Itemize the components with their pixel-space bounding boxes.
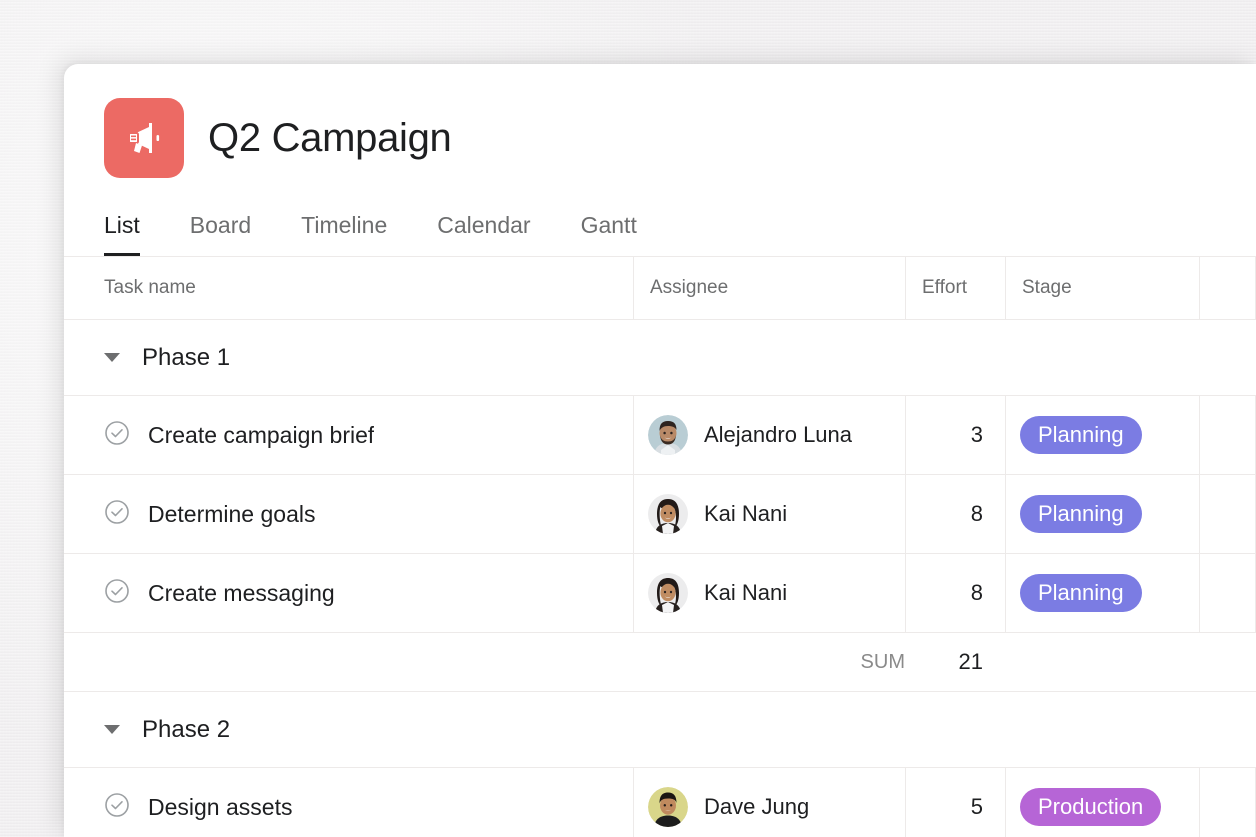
effort-cell[interactable]: 5 <box>906 768 1006 837</box>
effort-cell[interactable]: 3 <box>906 396 1006 474</box>
summary-spacer <box>1200 633 1256 691</box>
group-header-row[interactable]: Phase 2 <box>64 692 1256 768</box>
row-extra-cell[interactable] <box>1200 396 1256 474</box>
task-name-cell[interactable]: Design assets <box>64 768 634 837</box>
stage-cell[interactable]: Production <box>1006 768 1200 837</box>
summary-value: 21 <box>958 649 983 674</box>
table-row[interactable]: Design assets Dave Jung 5 Production <box>64 768 1256 837</box>
column-header-stage[interactable]: Stage <box>1006 257 1200 319</box>
assignee-cell[interactable]: Kai Nani <box>634 554 906 632</box>
check-circle-icon[interactable] <box>104 420 130 451</box>
tab-timeline[interactable]: Timeline <box>301 212 387 256</box>
check-circle-icon[interactable] <box>104 578 130 609</box>
table-row[interactable]: Create campaign brief Alejandro Luna 3 P… <box>64 396 1256 475</box>
column-header-task-name[interactable]: Task name <box>64 257 634 319</box>
megaphone-icon <box>104 98 184 178</box>
summary-spacer <box>1006 633 1200 691</box>
task-name-cell[interactable]: Create campaign brief <box>64 396 634 474</box>
summary-label: SUM <box>860 650 905 673</box>
check-circle-icon[interactable] <box>104 499 130 530</box>
assignee-name: Kai Nani <box>704 580 788 605</box>
assignee-cell[interactable]: Dave Jung <box>634 768 906 837</box>
table-row[interactable]: Create messaging Kai Nani 8 Planning <box>64 554 1256 633</box>
stage-cell[interactable]: Planning <box>1006 396 1200 474</box>
table-row[interactable]: Determine goals Kai Nani 8 Planning <box>64 475 1256 554</box>
task-name: Create campaign brief <box>148 421 375 448</box>
check-circle-icon[interactable] <box>104 792 130 823</box>
assignee-name: Alejandro Luna <box>704 422 853 447</box>
group-summary-row: SUM 21 <box>64 633 1256 692</box>
caret-down-icon[interactable] <box>104 353 120 362</box>
row-extra-cell[interactable] <box>1200 475 1256 553</box>
tab-calendar[interactable]: Calendar <box>437 212 530 256</box>
avatar-dave-jung <box>648 787 688 827</box>
avatar-alejandro-luna <box>648 415 688 455</box>
stage-cell[interactable]: Planning <box>1006 475 1200 553</box>
column-header-assignee[interactable]: Assignee <box>634 257 906 319</box>
status-badge[interactable]: Planning <box>1020 495 1142 533</box>
task-name-cell[interactable]: Create messaging <box>64 554 634 632</box>
task-name: Design assets <box>148 793 293 820</box>
assignee-name: Kai Nani <box>704 501 788 526</box>
avatar-kai-nani <box>648 573 688 613</box>
tab-list[interactable]: List <box>104 212 140 256</box>
tab-board[interactable]: Board <box>190 212 251 256</box>
assignee-name: Dave Jung <box>704 794 810 819</box>
task-table: Task name Assignee Effort Stage Phase 1 … <box>64 256 1256 837</box>
task-name-cell[interactable]: Determine goals <box>64 475 634 553</box>
project-header: Q2 Campaign <box>64 64 1256 178</box>
task-name: Create messaging <box>148 579 335 606</box>
effort-cell[interactable]: 8 <box>906 554 1006 632</box>
table-header-row: Task name Assignee Effort Stage <box>64 257 1256 320</box>
avatar-kai-nani <box>648 494 688 534</box>
row-extra-cell[interactable] <box>1200 768 1256 837</box>
group-header-row[interactable]: Phase 1 <box>64 320 1256 396</box>
project-card: Q2 Campaign List Board Timeline Calendar… <box>64 64 1256 837</box>
stage-cell[interactable]: Planning <box>1006 554 1200 632</box>
group-name: Phase 2 <box>142 715 231 743</box>
status-badge[interactable]: Planning <box>1020 416 1142 454</box>
status-badge[interactable]: Production <box>1020 788 1162 826</box>
column-header-effort[interactable]: Effort <box>906 257 1006 319</box>
page-title: Q2 Campaign <box>208 116 452 160</box>
row-extra-cell[interactable] <box>1200 554 1256 632</box>
tab-gantt[interactable]: Gantt <box>581 212 637 256</box>
view-tabs: List Board Timeline Calendar Gantt <box>64 200 1256 256</box>
column-header-add[interactable] <box>1200 257 1256 319</box>
effort-cell[interactable]: 8 <box>906 475 1006 553</box>
task-name: Determine goals <box>148 500 316 527</box>
assignee-cell[interactable]: Alejandro Luna <box>634 396 906 474</box>
caret-down-icon[interactable] <box>104 725 120 734</box>
assignee-cell[interactable]: Kai Nani <box>634 475 906 553</box>
group-name: Phase 1 <box>142 343 231 371</box>
summary-spacer <box>64 633 634 691</box>
status-badge[interactable]: Planning <box>1020 574 1142 612</box>
